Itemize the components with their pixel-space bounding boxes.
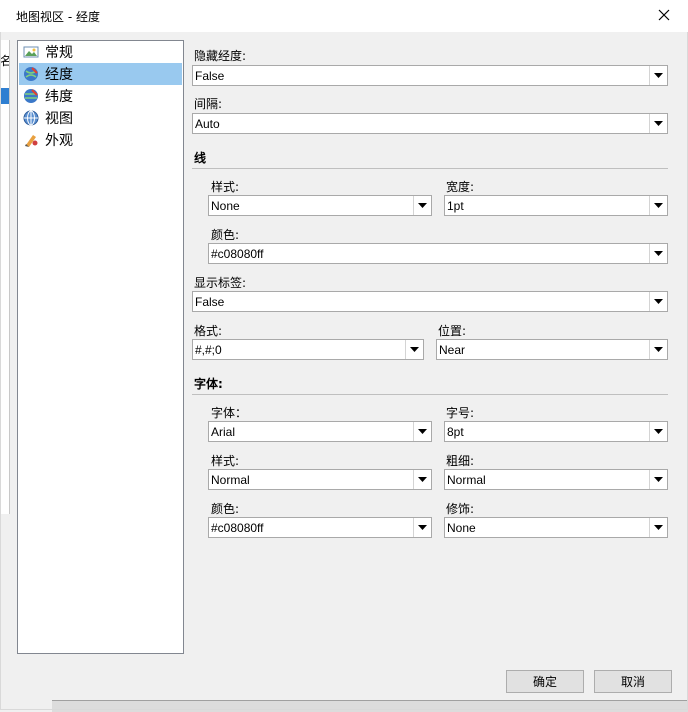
- tree-item-longitude[interactable]: 经度: [19, 63, 182, 85]
- cancel-button[interactable]: 取消: [594, 670, 672, 693]
- window-title: 地图视区 - 经度: [16, 10, 100, 24]
- combo-value: #c08080ff: [211, 521, 264, 535]
- tree-item-appearance[interactable]: 外观: [19, 129, 182, 151]
- font-section-title: 字体:: [194, 377, 223, 391]
- font-section-divider: [192, 394, 668, 395]
- line-style-label: 样式:: [211, 180, 240, 194]
- line-width-label: 宽度:: [446, 180, 475, 194]
- combo-value: False: [195, 69, 225, 83]
- chevron-down-icon[interactable]: [413, 470, 431, 489]
- line-color-label: 颜色:: [211, 228, 240, 242]
- combo-value: #,#;0: [195, 343, 222, 357]
- chevron-down-icon[interactable]: [649, 66, 667, 85]
- latitude-icon: [23, 88, 39, 104]
- chevron-down-icon[interactable]: [649, 470, 667, 489]
- show-labels-combo[interactable]: False: [192, 291, 668, 312]
- tree-item-label: 视图: [45, 111, 73, 127]
- hide-longitude-label: 隐藏经度:: [194, 49, 247, 63]
- chevron-down-icon[interactable]: [649, 340, 667, 359]
- combo-value: None: [447, 521, 476, 535]
- line-color-combo[interactable]: #c08080ff: [208, 243, 668, 264]
- hide-longitude-combo[interactable]: False: [192, 65, 668, 86]
- format-combo[interactable]: #,#;0: [192, 339, 424, 360]
- combo-value: Near: [439, 343, 466, 357]
- format-label: 格式:: [194, 324, 223, 338]
- font-style-label: 样式:: [211, 454, 240, 468]
- tree-item-latitude[interactable]: 纬度: [19, 85, 182, 107]
- chevron-down-icon[interactable]: [649, 244, 667, 263]
- chevron-down-icon[interactable]: [649, 422, 667, 441]
- longitude-icon: [23, 66, 39, 82]
- show-labels-label: 显示标签:: [194, 276, 247, 290]
- position-label: 位置:: [438, 324, 467, 338]
- line-style-combo[interactable]: None: [208, 195, 432, 216]
- category-tree[interactable]: 常规 经度 纬度 视图 外观: [17, 40, 184, 654]
- decoration-label: 修饰:: [446, 502, 475, 516]
- position-combo[interactable]: Near: [436, 339, 668, 360]
- font-size-label: 字号:: [446, 406, 475, 420]
- chevron-down-icon[interactable]: [649, 114, 667, 133]
- combo-value: False: [195, 295, 225, 309]
- chevron-down-icon[interactable]: [413, 196, 431, 215]
- font-family-combo[interactable]: Arial: [208, 421, 432, 442]
- font-weight-combo[interactable]: Normal: [444, 469, 668, 490]
- chevron-down-icon[interactable]: [649, 292, 667, 311]
- tree-item-label: 纬度: [45, 89, 73, 105]
- font-family-label: 字体：: [211, 406, 248, 420]
- line-section-divider: [192, 168, 668, 169]
- combo-value: Normal: [211, 473, 250, 487]
- combo-value: Auto: [195, 117, 220, 131]
- appearance-icon: [23, 132, 39, 148]
- font-style-combo[interactable]: Normal: [208, 469, 432, 490]
- tree-item-label: 经度: [45, 67, 73, 83]
- chevron-down-icon[interactable]: [649, 518, 667, 537]
- tree-item-view[interactable]: 视图: [19, 107, 182, 129]
- general-icon: [23, 44, 39, 60]
- font-color-combo[interactable]: #c08080ff: [208, 517, 432, 538]
- tree-item-general[interactable]: 常规: [19, 41, 182, 63]
- title-bar: 地图视区 - 经度: [0, 0, 688, 32]
- font-size-combo[interactable]: 8pt: [444, 421, 668, 442]
- combo-value: 8pt: [447, 425, 464, 439]
- combo-value: None: [211, 199, 240, 213]
- close-icon[interactable]: [654, 5, 674, 25]
- tree-item-label: 外观: [45, 133, 73, 149]
- font-weight-label: 粗细:: [446, 454, 475, 468]
- combo-value: Normal: [447, 473, 486, 487]
- chevron-down-icon[interactable]: [649, 196, 667, 215]
- line-width-combo[interactable]: 1pt: [444, 195, 668, 216]
- interval-label: 间隔:: [194, 97, 223, 111]
- decoration-combo[interactable]: None: [444, 517, 668, 538]
- tree-item-label: 常规: [45, 45, 73, 61]
- view-icon: [23, 110, 39, 126]
- chevron-down-icon[interactable]: [405, 340, 423, 359]
- combo-value: Arial: [211, 425, 236, 439]
- line-section-title: 线: [194, 151, 207, 165]
- interval-combo[interactable]: Auto: [192, 113, 668, 134]
- combo-value: #c08080ff: [211, 247, 264, 261]
- chevron-down-icon[interactable]: [413, 422, 431, 441]
- chevron-down-icon[interactable]: [413, 518, 431, 537]
- font-color-label: 颜色:: [211, 502, 240, 516]
- ok-button[interactable]: 确定: [506, 670, 584, 693]
- combo-value: 1pt: [447, 199, 464, 213]
